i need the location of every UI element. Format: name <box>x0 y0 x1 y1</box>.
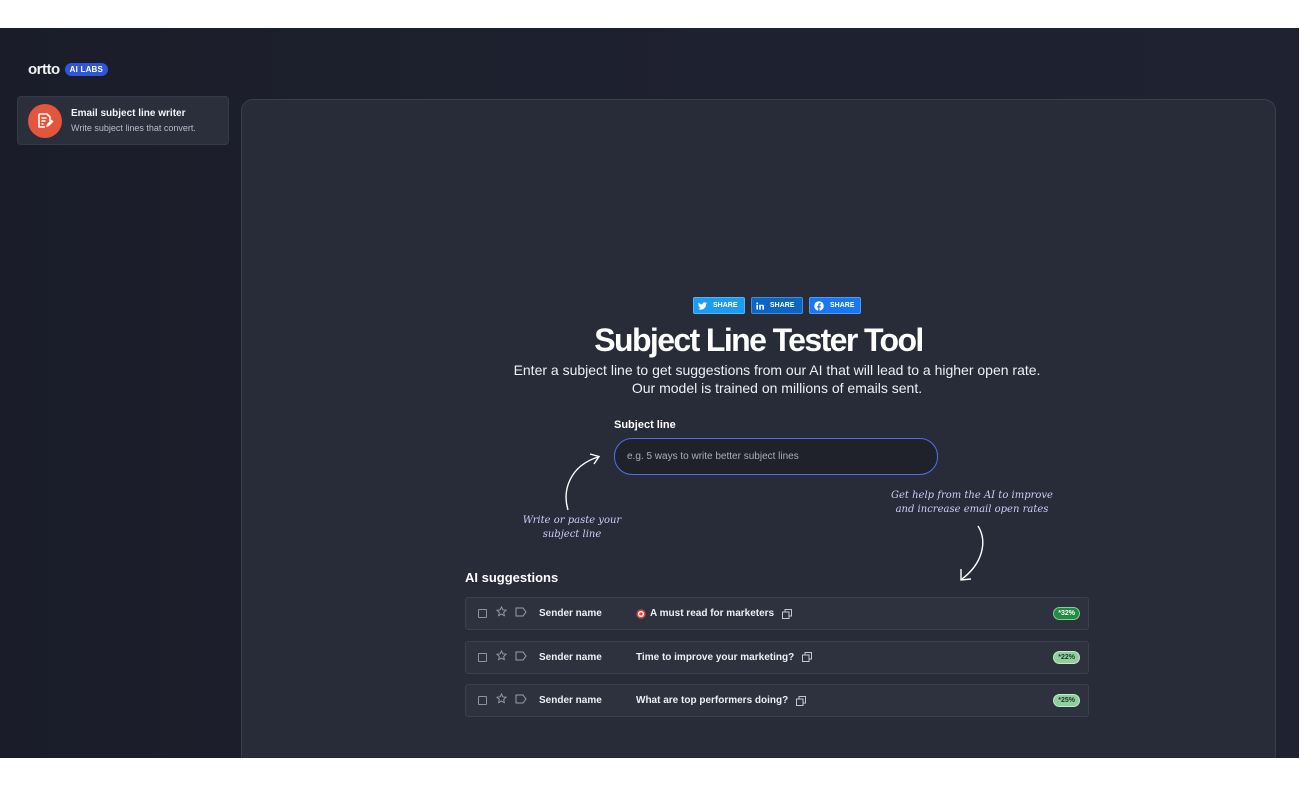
annotation-write-or-paste: Write or paste your subject line <box>522 515 622 540</box>
copy-icon[interactable] <box>796 695 807 706</box>
share-linkedin-label: SHARE <box>770 302 795 309</box>
share-linkedin-button[interactable]: SHARE <box>751 297 803 314</box>
share-facebook-label: SHARE <box>830 302 855 309</box>
tool-subtitle: Write subject lines that convert. <box>71 123 196 133</box>
suggestion-row[interactable]: Sender name Time to improve your marketi… <box>465 640 1089 674</box>
suggestions-list: Sender name A must read for marketers *3… <box>465 597 1089 728</box>
curved-arrow-down-icon <box>960 525 984 581</box>
logo-wordmark: ortto <box>28 61 60 78</box>
facebook-icon <box>814 300 824 311</box>
suggestion-subject: What are top performers doing? <box>636 695 807 706</box>
open-rate-badge: *32% <box>1053 607 1080 620</box>
suggestion-text: Time to improve your marketing? <box>636 651 795 663</box>
share-twitter-label: SHARE <box>713 302 738 309</box>
share-buttons: SHARE SHARE SHARE <box>693 297 861 314</box>
page-title: Subject Line Tester Tool <box>594 322 924 358</box>
ai-labs-badge: AI LABS <box>64 63 109 76</box>
edit-document-icon <box>28 103 62 138</box>
suggestion-text: A must read for marketers <box>650 608 775 619</box>
sidebar-item-email-subject-line-writer[interactable]: Email subject line writer Write subject … <box>17 96 229 145</box>
suggestion-row[interactable]: Sender name What are top performers doin… <box>465 684 1089 717</box>
star-icon[interactable] <box>496 606 507 617</box>
curved-arrow-up-icon <box>565 453 601 511</box>
main-panel: SHARE SHARE SHARE Subject Line Tester To… <box>241 99 1276 758</box>
suggestion-row[interactable]: Sender name A must read for marketers *3… <box>465 597 1089 630</box>
open-rate-badge: *22% <box>1053 650 1080 664</box>
sender-name: Sender name <box>539 651 602 663</box>
row-checkbox[interactable] <box>478 609 487 618</box>
share-facebook-button[interactable]: SHARE <box>809 297 861 314</box>
twitter-icon <box>698 301 707 310</box>
star-icon[interactable] <box>496 693 507 704</box>
row-checkbox[interactable] <box>478 696 487 705</box>
subject-line-input[interactable] <box>614 438 938 475</box>
tag-icon[interactable] <box>515 651 527 661</box>
suggestion-text: What are top performers doing? <box>636 695 789 706</box>
row-checkbox[interactable] <box>478 652 487 662</box>
sender-name: Sender name <box>539 608 602 619</box>
suggestion-subject: A must read for marketers <box>636 608 793 619</box>
sender-name: Sender name <box>539 695 602 706</box>
tool-title: Email subject line writer <box>71 108 186 119</box>
copy-icon[interactable] <box>782 608 793 619</box>
suggestion-subject: Time to improve your marketing? <box>636 651 813 663</box>
tag-icon[interactable] <box>515 607 527 617</box>
subject-line-label: Subject line <box>614 419 676 431</box>
ortto-logo[interactable]: ortto AI LABS <box>28 61 109 78</box>
app-window: ortto AI LABS Email subject line writer … <box>0 28 1300 758</box>
ai-suggestions-heading: AI suggestions <box>465 570 559 585</box>
star-icon[interactable] <box>496 649 507 661</box>
copy-icon[interactable] <box>802 652 813 662</box>
target-icon <box>636 608 646 619</box>
page-description: Enter a subject line to get suggestions … <box>513 362 1041 396</box>
tag-icon[interactable] <box>515 694 527 704</box>
open-rate-badge: *25% <box>1053 694 1080 707</box>
annotation-get-help: Get help from the AI to improve and incr… <box>891 490 1053 515</box>
share-twitter-button[interactable]: SHARE <box>693 297 745 314</box>
linkedin-icon <box>756 301 764 310</box>
